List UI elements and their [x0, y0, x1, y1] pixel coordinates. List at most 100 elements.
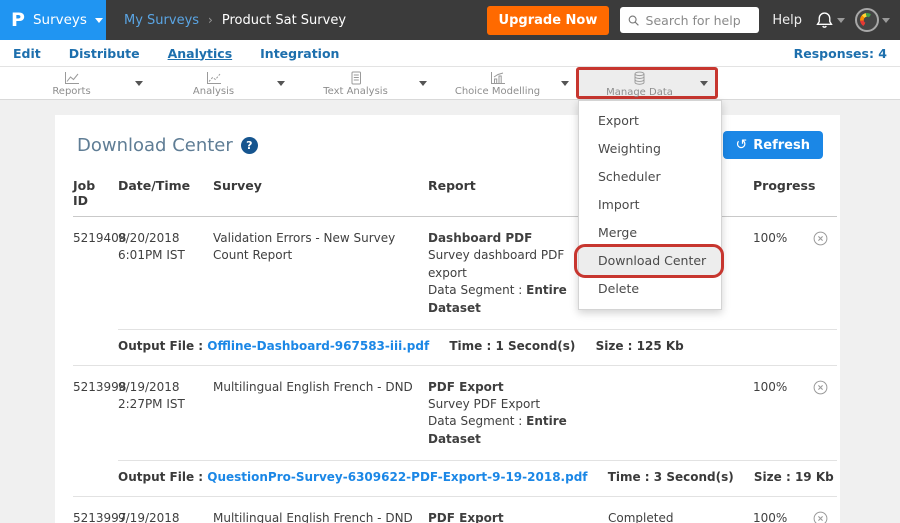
- job-id-cell: 5213997: [73, 510, 118, 523]
- size-value: 19 Kb: [795, 470, 834, 484]
- output-file-link[interactable]: QuestionPro-Survey-6309622-PDF-Export-9-…: [207, 470, 587, 484]
- progress-cell: 100%: [753, 510, 813, 523]
- cancel-icon[interactable]: [813, 231, 828, 251]
- nav-item-integration[interactable]: Integration: [260, 46, 339, 61]
- toolbar-item-manage-data[interactable]: Manage Data: [576, 67, 718, 99]
- responses-count[interactable]: Responses: 4: [794, 46, 887, 61]
- refresh-label: Refresh: [753, 138, 810, 153]
- output-file-label: Output File :: [118, 470, 203, 484]
- questionpro-logo-icon: P: [11, 9, 25, 31]
- notifications-button[interactable]: [815, 11, 845, 30]
- report-name: Dashboard PDF: [428, 230, 596, 247]
- search-input[interactable]: [646, 13, 752, 28]
- size-value: 125 Kb: [637, 339, 684, 353]
- page-title: Download Center: [77, 135, 233, 156]
- breadcrumb-parent-link[interactable]: My Surveys: [124, 13, 199, 28]
- chevron-down-icon[interactable]: [135, 81, 143, 86]
- col-job-id: Job ID: [73, 178, 118, 208]
- datetime-cell: 9/20/2018 6:01PM IST: [118, 230, 213, 265]
- line-chart-icon: [64, 71, 80, 85]
- job-id-cell: 5219408: [73, 230, 118, 247]
- top-bar: P Surveys My Surveys › Product Sat Surve…: [0, 0, 900, 40]
- help-link[interactable]: Help: [772, 13, 802, 28]
- database-icon: [632, 71, 647, 86]
- chevron-down-icon[interactable]: [277, 81, 285, 86]
- menu-item-download-center[interactable]: Download Center: [579, 247, 721, 275]
- nav-item-edit[interactable]: Edit: [13, 46, 41, 61]
- breadcrumb: My Surveys › Product Sat Survey: [124, 13, 346, 28]
- report-cell: PDF Export Survey PDF Export Data Segmen…: [428, 379, 608, 449]
- toolbar-item-choice-modelling[interactable]: Choice Modelling: [434, 67, 576, 99]
- chevron-down-icon[interactable]: [561, 81, 569, 86]
- table-row: 5219408 9/20/2018 6:01PM IST Validation …: [73, 217, 837, 366]
- section-nav: Edit Distribute Analytics Integration Re…: [0, 40, 900, 67]
- menu-item-label: Download Center: [598, 253, 706, 268]
- menu-item-delete[interactable]: Delete: [579, 275, 721, 303]
- menu-item-weighting[interactable]: Weighting: [579, 135, 721, 163]
- survey-cell: Validation Errors - New Survey Count Rep…: [213, 230, 428, 265]
- time-label: Time :: [608, 470, 650, 484]
- job-id-cell: 5213998: [73, 379, 118, 396]
- output-file-label: Output File :: [118, 339, 203, 353]
- menu-item-export[interactable]: Export: [579, 107, 721, 135]
- menu-item-scheduler[interactable]: Scheduler: [579, 163, 721, 191]
- toolbar-item-analysis[interactable]: Analysis: [150, 67, 292, 99]
- data-segment-label: Data Segment :: [428, 283, 522, 297]
- chevron-down-icon[interactable]: [700, 81, 708, 86]
- size-label: Size :: [754, 470, 791, 484]
- help-icon[interactable]: ?: [241, 137, 258, 154]
- bar-line-chart-icon: [490, 71, 506, 85]
- manage-data-dropdown: Export Weighting Scheduler Import Merge …: [578, 100, 722, 310]
- menu-item-merge[interactable]: Merge: [579, 219, 721, 247]
- col-progress: Progress: [753, 178, 813, 193]
- app-label: Surveys: [33, 12, 87, 28]
- account-menu-button[interactable]: [855, 8, 890, 32]
- toolbar-item-text-analysis[interactable]: Text Analysis: [292, 67, 434, 99]
- chevron-down-icon: [882, 18, 890, 23]
- search-icon: [628, 14, 639, 27]
- upgrade-now-button[interactable]: Upgrade Now: [487, 6, 610, 35]
- cancel-icon[interactable]: [813, 511, 828, 523]
- progress-cell: 100%: [753, 230, 813, 247]
- time-label: Time :: [449, 339, 491, 353]
- gauge-icon: [860, 13, 874, 27]
- status-cell: [608, 379, 753, 396]
- toolbar-label: Text Analysis: [323, 86, 388, 97]
- download-center-panel: Download Center ? ↺ Refresh Job ID Date/…: [55, 115, 840, 523]
- refresh-icon: ↺: [736, 137, 748, 153]
- report-cell: PDF Export Survey PDF Export Data Segmen…: [428, 510, 608, 523]
- breadcrumb-separator-icon: ›: [208, 13, 213, 27]
- col-datetime: Date/Time: [118, 178, 213, 193]
- nav-item-analytics[interactable]: Analytics: [168, 46, 233, 61]
- size-label: Size :: [596, 339, 633, 353]
- help-search-box[interactable]: [620, 7, 759, 33]
- progress-cell: 100%: [753, 379, 813, 396]
- output-file-row: Output File : QuestionPro-Survey-6309622…: [118, 460, 837, 496]
- table-header-row: Job ID Date/Time Survey Report Progress: [73, 169, 837, 217]
- chevron-down-icon[interactable]: [419, 81, 427, 86]
- status-text: Completed Successfully: [608, 510, 693, 523]
- table-row: 5213998 9/19/2018 2:27PM IST Multilingua…: [73, 366, 837, 497]
- refresh-button[interactable]: ↺ Refresh: [723, 131, 823, 159]
- data-segment-label: Data Segment :: [428, 414, 522, 428]
- content-area: Download Center ? ↺ Refresh Job ID Date/…: [0, 100, 900, 523]
- document-icon: [348, 71, 364, 85]
- report-name: PDF Export: [428, 379, 596, 396]
- toolbar-item-reports[interactable]: Reports: [8, 67, 150, 99]
- datetime-cell: 9/19/2018 2:27PM IST: [118, 379, 213, 414]
- datetime-cell: 9/19/2018 2:27PM IST: [118, 510, 213, 523]
- toolbar-label: Reports: [52, 86, 90, 97]
- data-segment: Data Segment : Entire Dataset: [428, 282, 596, 317]
- cancel-icon[interactable]: [813, 380, 828, 400]
- col-survey: Survey: [213, 178, 428, 193]
- nav-item-distribute[interactable]: Distribute: [69, 46, 140, 61]
- bell-icon: [815, 11, 834, 30]
- product-switcher[interactable]: P Surveys: [0, 0, 106, 40]
- toolbar-label: Choice Modelling: [455, 86, 540, 97]
- output-file-link[interactable]: Offline-Dashboard-967583-iii.pdf: [207, 339, 429, 353]
- jobs-table: Job ID Date/Time Survey Report Progress …: [73, 169, 837, 523]
- time-value: 3 Second(s): [654, 470, 734, 484]
- table-row: 5213997 9/19/2018 2:27PM IST Multilingua…: [73, 497, 837, 523]
- survey-cell: Multilingual English French - DND: [213, 510, 428, 523]
- menu-item-import[interactable]: Import: [579, 191, 721, 219]
